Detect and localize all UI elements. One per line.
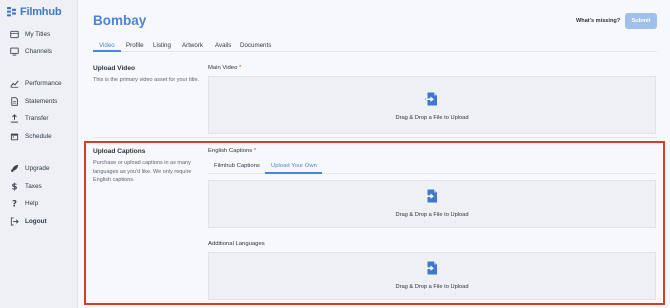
dollar-icon: $ xyxy=(10,182,19,191)
sidebar-item-help[interactable]: ? Help xyxy=(10,199,38,208)
required-mark: * xyxy=(239,65,242,71)
subtab-filmhub-captions[interactable]: Filmhub Captions xyxy=(214,163,260,169)
titles-icon xyxy=(10,30,19,39)
sidebar-item-taxes[interactable]: $ Taxes xyxy=(10,182,42,191)
dropzone-text: Drag & Drop a File to Upload xyxy=(395,212,469,218)
main-video-label: Main Video * xyxy=(208,65,241,71)
tab-artwork[interactable]: Artwork xyxy=(182,42,203,49)
chart-icon xyxy=(10,79,19,88)
file-upload-icon xyxy=(425,189,439,203)
tab-video[interactable]: Video xyxy=(99,42,115,49)
logout-icon xyxy=(10,217,19,226)
sidebar-item-label: Transfer xyxy=(25,115,49,122)
upload-icon xyxy=(10,114,19,123)
section-divider xyxy=(93,137,657,138)
monitor-icon xyxy=(10,47,19,56)
sidebar-item-label: Upgrade xyxy=(25,165,50,172)
dropzone-text: Drag & Drop a File to Upload xyxy=(395,284,469,290)
brand-logo[interactable]: Filmhub xyxy=(7,6,62,18)
brand-name: Filmhub xyxy=(20,6,62,18)
dropzone-text: Drag & Drop a File to Upload xyxy=(395,115,469,121)
sidebar-item-label: Statements xyxy=(25,98,58,105)
document-icon xyxy=(10,97,19,106)
tab-listing[interactable]: Listing xyxy=(153,42,171,49)
sidebar: Filmhub My Titles Channels Performance S… xyxy=(0,0,78,308)
tab-profile[interactable]: Profile xyxy=(126,42,144,49)
upload-video-description: This is the primary video asset for your… xyxy=(93,77,200,83)
main-video-label-text: Main Video xyxy=(208,65,238,71)
active-subtab-indicator xyxy=(265,172,322,174)
sidebar-item-schedule[interactable]: Schedule xyxy=(10,132,52,141)
rocket-icon xyxy=(10,164,19,173)
sidebar-item-label: Taxes xyxy=(25,183,42,190)
tab-avails[interactable]: Avails xyxy=(215,42,231,49)
sidebar-item-label: Logout xyxy=(25,218,47,225)
sidebar-item-logout[interactable]: Logout xyxy=(10,217,47,226)
file-upload-icon xyxy=(425,261,439,275)
sidebar-item-transfer[interactable]: Transfer xyxy=(10,114,49,123)
svg-text:?: ? xyxy=(12,200,17,208)
sidebar-item-label: Help xyxy=(25,200,39,207)
english-captions-dropzone[interactable]: Drag & Drop a File to Upload xyxy=(208,180,656,228)
file-upload-icon xyxy=(425,92,439,106)
sidebar-item-label: Performance xyxy=(25,80,62,87)
main-content: Bombay What's missing? Submit Video Prof… xyxy=(79,0,670,308)
svg-text:$: $ xyxy=(12,183,18,191)
additional-languages-label: Additional Languages xyxy=(208,241,265,247)
english-captions-label: English Captions * xyxy=(208,148,256,154)
captions-subtabs: Filmhub Captions Upload Your Own xyxy=(208,160,656,174)
upload-video-title: Upload Video xyxy=(93,65,136,72)
page-title: Bombay xyxy=(93,13,147,28)
filmhub-logo-icon xyxy=(7,7,17,17)
active-tab-indicator xyxy=(93,50,121,52)
sidebar-item-label: Channels xyxy=(25,48,53,55)
sidebar-item-statements[interactable]: Statements xyxy=(10,97,57,106)
calendar-icon xyxy=(10,132,19,141)
subtab-upload-your-own[interactable]: Upload Your Own xyxy=(271,163,317,169)
main-video-dropzone[interactable]: Drag & Drop a File to Upload xyxy=(208,76,656,134)
sidebar-item-label: My Titles xyxy=(25,31,51,38)
sidebar-item-label: Schedule xyxy=(25,133,52,140)
english-captions-label-text: English Captions xyxy=(208,148,253,154)
submit-button[interactable]: Submit xyxy=(625,13,657,29)
tab-documents[interactable]: Documents xyxy=(240,42,271,49)
sidebar-item-performance[interactable]: Performance xyxy=(10,79,62,88)
question-icon: ? xyxy=(10,199,19,208)
required-mark: * xyxy=(253,148,257,154)
title-tabs: Video Profile Listing Artwork Avails Doc… xyxy=(93,40,657,52)
additional-languages-dropzone[interactable]: Drag & Drop a File to Upload xyxy=(208,252,656,300)
upload-captions-title: Upload Captions xyxy=(93,148,146,155)
sidebar-item-channels[interactable]: Channels xyxy=(10,47,52,56)
sidebar-item-upgrade[interactable]: Upgrade xyxy=(10,164,50,173)
whats-missing-link[interactable]: What's missing? xyxy=(576,18,620,24)
sidebar-item-my-titles[interactable]: My Titles xyxy=(10,30,50,39)
upload-captions-description: Purchase or upload captions in as many l… xyxy=(93,160,192,184)
